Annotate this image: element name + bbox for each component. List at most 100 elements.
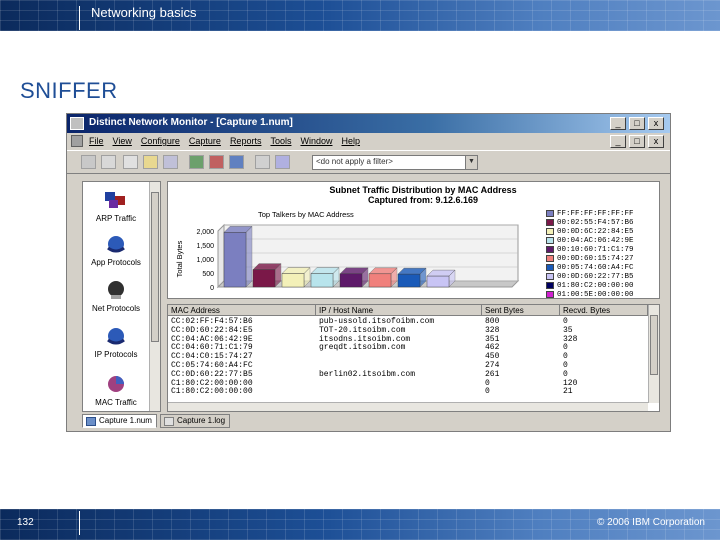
bar — [397, 273, 421, 288]
column-header-ip-host[interactable]: IP / Host Name — [316, 305, 482, 316]
mdi-close-button[interactable]: x — [648, 135, 664, 148]
filter-select[interactable]: <do not apply a filter> ▼ — [312, 155, 478, 170]
start-capture-icon[interactable] — [189, 155, 204, 169]
nav-item-arp-traffic[interactable]: ARP Traffic — [83, 190, 149, 223]
table-row[interactable]: CC:0D:60:22:77:B5 berlin02.itsoibm.com 261… — [168, 370, 648, 379]
minimize-button[interactable]: _ — [610, 117, 626, 130]
mdi-doc-icon[interactable] — [71, 135, 83, 147]
legend-entry: 00:05:74:60:A4:FC — [546, 263, 656, 272]
scrollbar-thumb[interactable] — [650, 315, 658, 375]
tab-capture-log[interactable]: Capture 1.log — [160, 414, 231, 428]
cell-host: pub-ussold.itsofoibm.com — [319, 317, 435, 326]
chart-header-line-2: Captured from: 9.12.6.169 — [367, 195, 479, 205]
chevron-down-icon[interactable]: ▼ — [465, 156, 477, 169]
table-row[interactable]: CC:05:74:60:A4:FC 274 0 — [168, 361, 648, 370]
bar — [281, 273, 305, 288]
nav-item-label: Net Protocols — [91, 304, 141, 313]
mdi-minimize-button[interactable]: _ — [610, 135, 626, 148]
column-header-sent[interactable]: Sent Bytes — [482, 305, 560, 316]
menu-items: File View Configure Capture Reports Tool… — [89, 136, 360, 146]
stop-capture-icon[interactable] — [209, 155, 224, 169]
menu-help[interactable]: Help — [341, 136, 360, 146]
back-icon[interactable] — [81, 155, 96, 169]
legend-label: 01:00:5E:00:00:00 — [557, 290, 634, 299]
save-icon[interactable] — [163, 155, 178, 169]
cell-mac: C1:80:C2:00:00:00 — [171, 378, 253, 388]
bar — [310, 273, 334, 288]
scrollbar-thumb[interactable] — [151, 192, 159, 342]
menu-configure[interactable]: Configure — [141, 136, 180, 146]
cell-mac: CC:04:AC:06:42:9E — [171, 334, 253, 344]
menu-file[interactable]: File — [89, 136, 104, 146]
presentation-title: Networking basics — [91, 5, 197, 20]
maximize-button[interactable]: □ — [629, 117, 645, 130]
nav-item-ip-protocols[interactable]: IP Protocols — [83, 326, 149, 359]
cell-sent: 450 — [485, 352, 500, 362]
table-row[interactable]: C1:80:C2:00:00:00 0 21 — [168, 387, 648, 396]
close-button[interactable]: x — [648, 117, 664, 130]
bar — [426, 275, 450, 288]
filter-icon[interactable] — [275, 155, 290, 169]
table-row[interactable]: CC:0D:60:22:84:E5 TOT-20.itsoibm.com 328 35 — [168, 326, 648, 335]
menu-window[interactable]: Window — [300, 136, 332, 146]
cell-mac: CC:05:74:60:A4:FC — [171, 360, 253, 370]
cell-mac: CC:02:FF:F4:57:B6 — [171, 317, 253, 326]
forward-icon[interactable] — [101, 155, 116, 169]
new-doc-icon[interactable] — [123, 155, 138, 169]
legend-label: 00:0D:60:15:74:27 — [557, 254, 634, 263]
cell-received: 120 — [563, 378, 578, 388]
app-protocols-icon — [107, 236, 125, 253]
cell-sent: 800 — [485, 317, 500, 326]
cell-received: 0 — [563, 317, 568, 326]
copy-icon[interactable] — [255, 155, 270, 169]
app-icon — [70, 117, 84, 130]
nav-item-app-protocols[interactable]: App Protocols — [83, 234, 149, 267]
host-traffic-table: MAC Address IP / Host Name Sent Bytes Re… — [167, 304, 660, 412]
navigator-scrollbar[interactable] — [149, 182, 160, 411]
menu-reports[interactable]: Reports — [230, 136, 262, 146]
y-tick-label: 2,000 — [196, 229, 214, 236]
chart-title: Top Talkers by MAC Address — [258, 210, 354, 219]
cell-received: 0 — [563, 343, 568, 353]
capture-options-icon[interactable] — [229, 155, 244, 169]
table-row[interactable]: CC:04:AC:06:42:9E itsodns.itsoibm.com 351 3… — [168, 335, 648, 344]
cell-host: TOT-20.itsoibm.com — [319, 325, 406, 335]
y-tick-label: 500 — [202, 271, 214, 278]
nav-item-mac-traffic[interactable]: MAC Traffic — [83, 374, 149, 407]
cell-mac: CC:04:60:71:C1:79 — [171, 343, 253, 353]
page-number: 132 — [17, 517, 34, 528]
table-row[interactable]: C1:80:C2:00:00:00 0 120 — [168, 379, 648, 388]
filter-value: <do not apply a filter> — [316, 157, 393, 166]
document-tabs: Capture 1.num Capture 1.log — [82, 413, 662, 429]
mdi-restore-button[interactable]: □ — [629, 135, 645, 148]
tab-label: Capture 1.num — [99, 416, 152, 425]
table-row[interactable]: CC:04:60:71:C1:79 greqdt.itsoibm.com 462 0 — [168, 343, 648, 352]
legend-label: 00:05:74:60:A4:FC — [557, 263, 634, 272]
nav-item-net-protocols[interactable]: Net Protocols — [83, 280, 149, 313]
legend-entry: 00:0D:6C:22:84:E5 — [546, 227, 656, 236]
legend-entry: 00:02:55:F4:57:B6 — [546, 218, 656, 227]
menu-tools[interactable]: Tools — [270, 136, 291, 146]
table-vertical-scrollbar[interactable] — [648, 305, 659, 403]
legend-swatch — [546, 219, 554, 226]
legend-swatch — [546, 264, 554, 271]
chart-header: Subnet Traffic Distribution by MAC Addre… — [298, 185, 548, 205]
column-header-received[interactable]: Recvd. Bytes — [560, 305, 648, 316]
cell-received: 328 — [563, 334, 578, 344]
legend-entry: FF:FF:FF:FF:FF:FF — [546, 209, 656, 218]
table-horizontal-scrollbar[interactable] — [168, 402, 648, 411]
open-folder-icon[interactable] — [143, 155, 158, 169]
table-row[interactable]: CC:04:C0:15:74:27 450 0 — [168, 352, 648, 361]
cell-sent: 0 — [485, 378, 490, 388]
column-header-mac[interactable]: MAC Address — [168, 305, 316, 316]
menu-view[interactable]: View — [113, 136, 132, 146]
nav-item-label: ARP Traffic — [95, 214, 137, 223]
menu-capture[interactable]: Capture — [189, 136, 221, 146]
legend-entry: 01:00:5E:00:00:00 — [546, 290, 656, 299]
chart-header-line-1: Subnet Traffic Distribution by MAC Addre… — [329, 185, 517, 195]
legend-label: 00:0D:6C:22:84:E5 — [557, 227, 634, 236]
tab-capture-num[interactable]: Capture 1.num — [82, 414, 157, 428]
cell-received: 0 — [563, 352, 568, 362]
table-row[interactable]: CC:02:FF:F4:57:B6 pub-ussold.itsofoibm.co… — [168, 317, 648, 326]
cell-received: 35 — [563, 325, 573, 335]
